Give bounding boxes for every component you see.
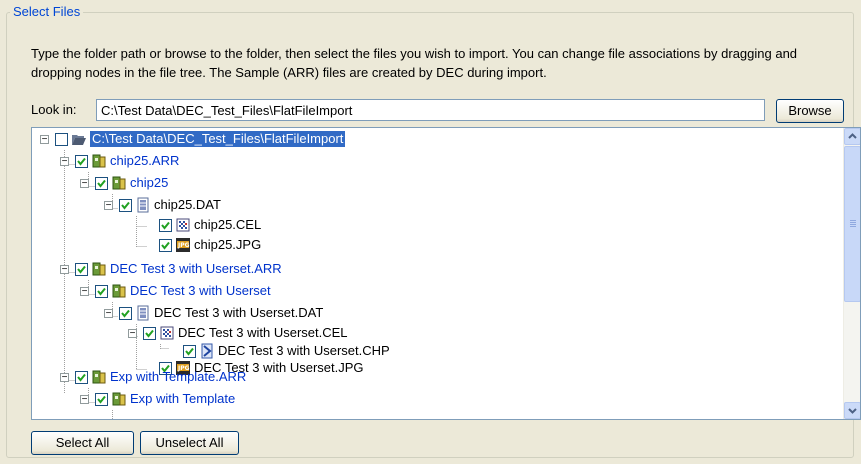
tree-node-dec-test-3-with-userset-cel[interactable]: − DEC Test 3 with Userset.CEL — [32, 324, 832, 344]
checkmark-icon — [97, 287, 106, 296]
tree-node-label: DEC Test 3 with Userset.CEL — [178, 325, 348, 340]
tree-node-label: chip25.ARR — [110, 153, 180, 168]
tree-node-label: Exp with Template — [130, 391, 236, 406]
collapse-toggle[interactable]: − — [80, 395, 89, 405]
checkmark-icon — [77, 157, 86, 166]
node-checkbox[interactable] — [75, 371, 88, 384]
tree-node-label: DEC Test 3 with Userset.DAT — [154, 305, 324, 320]
tree-node-exp-with-template-arr[interactable]: − Exp with Template.ARR — [32, 368, 832, 388]
checkmark-icon — [77, 265, 86, 274]
collapse-toggle[interactable]: − — [60, 265, 69, 275]
jpg-file-icon: JPG — [175, 237, 191, 253]
tree-node-dec-test-3-with-userset-arr[interactable]: − DEC Test 3 with Userset.ARR — [32, 260, 832, 280]
node-checkbox[interactable] — [119, 307, 132, 320]
tree-node-chip25-jpg[interactable]: JPG chip25.JPG — [32, 236, 832, 256]
node-checkbox[interactable] — [159, 239, 172, 252]
tree-node-label: DEC Test 3 with Userset — [130, 283, 271, 298]
tree-node-dec-test-3-with-userset[interactable]: − DEC Test 3 with Userset — [32, 282, 832, 302]
sample-icon — [111, 283, 127, 299]
tree-node-chip25-cel[interactable]: chip25.CEL — [32, 216, 832, 236]
dat-file-icon — [135, 197, 151, 213]
node-checkbox[interactable] — [75, 263, 88, 276]
checkmark-icon — [161, 221, 170, 230]
tree-node-chip25[interactable]: − chip25 — [32, 174, 832, 194]
sample-icon — [91, 369, 107, 385]
look-in-label: Look in: — [31, 102, 77, 117]
tree-vertical-scrollbar[interactable] — [843, 128, 860, 419]
cel-file-icon — [175, 217, 191, 233]
node-checkbox[interactable] — [143, 327, 156, 340]
chevron-down-icon — [848, 408, 857, 414]
group-title: Select Files — [10, 4, 84, 19]
node-checkbox[interactable] — [95, 393, 108, 406]
collapse-toggle[interactable]: − — [40, 135, 49, 145]
checkmark-icon — [161, 241, 170, 250]
folder-open-icon — [71, 131, 87, 147]
checkmark-icon — [185, 347, 194, 356]
checkmark-icon — [77, 373, 86, 382]
collapse-toggle[interactable]: − — [104, 309, 113, 319]
tree-node-chip25-dat[interactable]: − chip25.DAT — [32, 196, 832, 216]
file-tree[interactable]: − C:\Test Data\DEC_Test_Files\FlatFileImp… — [31, 127, 861, 420]
sample-icon — [111, 391, 127, 407]
checkmark-icon — [121, 201, 130, 210]
dat-file-icon — [135, 305, 151, 321]
node-checkbox[interactable] — [159, 219, 172, 232]
scroll-up-button[interactable] — [844, 128, 860, 145]
tree-node-label: chip25.CEL — [194, 217, 262, 232]
node-checkbox[interactable] — [55, 133, 68, 146]
collapse-toggle[interactable]: − — [60, 373, 69, 383]
node-checkbox[interactable] — [95, 285, 108, 298]
collapse-toggle[interactable]: − — [60, 157, 69, 167]
sample-icon — [91, 261, 107, 277]
tree-node-label: Exp with Template.ARR — [110, 369, 247, 384]
sample-icon — [91, 153, 107, 169]
tree-node-label: chip25 — [130, 175, 169, 190]
chp-file-icon — [199, 343, 215, 359]
tree-node-label: chip25.DAT — [154, 197, 221, 212]
cel-file-icon — [159, 325, 175, 341]
node-checkbox[interactable] — [183, 345, 196, 358]
look-in-path-input[interactable] — [96, 99, 765, 121]
collapse-toggle[interactable]: − — [80, 179, 89, 189]
chevron-up-icon — [848, 133, 857, 139]
scroll-thumb[interactable] — [844, 146, 860, 302]
svg-text:JPG: JPG — [177, 242, 190, 249]
tree-node-label: DEC Test 3 with Userset.ARR — [110, 261, 282, 276]
instructions-text: Type the folder path or browse to the fo… — [31, 46, 798, 80]
tree-node-label: chip25.JPG — [194, 237, 262, 252]
tree-node-c-test-data-dec-test-files-flatfileimport[interactable]: − C:\Test Data\DEC_Test_Files\FlatFileImp… — [32, 130, 832, 150]
collapse-toggle[interactable]: − — [104, 201, 113, 211]
browse-button[interactable]: Browse — [776, 99, 844, 123]
node-checkbox[interactable] — [95, 177, 108, 190]
select-all-button[interactable]: Select All — [31, 431, 134, 455]
sample-icon — [111, 175, 127, 191]
node-checkbox[interactable] — [119, 199, 132, 212]
checkmark-icon — [121, 309, 130, 318]
tree-node-dec-test-3-with-userset-dat[interactable]: − DEC Test 3 with Userset.DAT — [32, 304, 832, 324]
tree-node-label: DEC Test 3 with Userset.CHP — [218, 343, 390, 358]
collapse-toggle[interactable]: − — [128, 329, 137, 339]
scroll-down-button[interactable] — [844, 402, 860, 419]
tree-node-exp-with-template[interactable]: − Exp with Template — [32, 390, 832, 410]
tree-node-chip25-arr[interactable]: − chip25.ARR — [32, 152, 832, 172]
tree-node-label: C:\Test Data\DEC_Test_Files\FlatFileImpo… — [88, 130, 347, 148]
collapse-toggle[interactable]: − — [80, 287, 89, 297]
checkmark-icon — [97, 179, 106, 188]
node-checkbox[interactable] — [75, 155, 88, 168]
checkmark-icon — [145, 329, 154, 338]
checkmark-icon — [97, 395, 106, 404]
unselect-all-button[interactable]: Unselect All — [140, 431, 239, 455]
